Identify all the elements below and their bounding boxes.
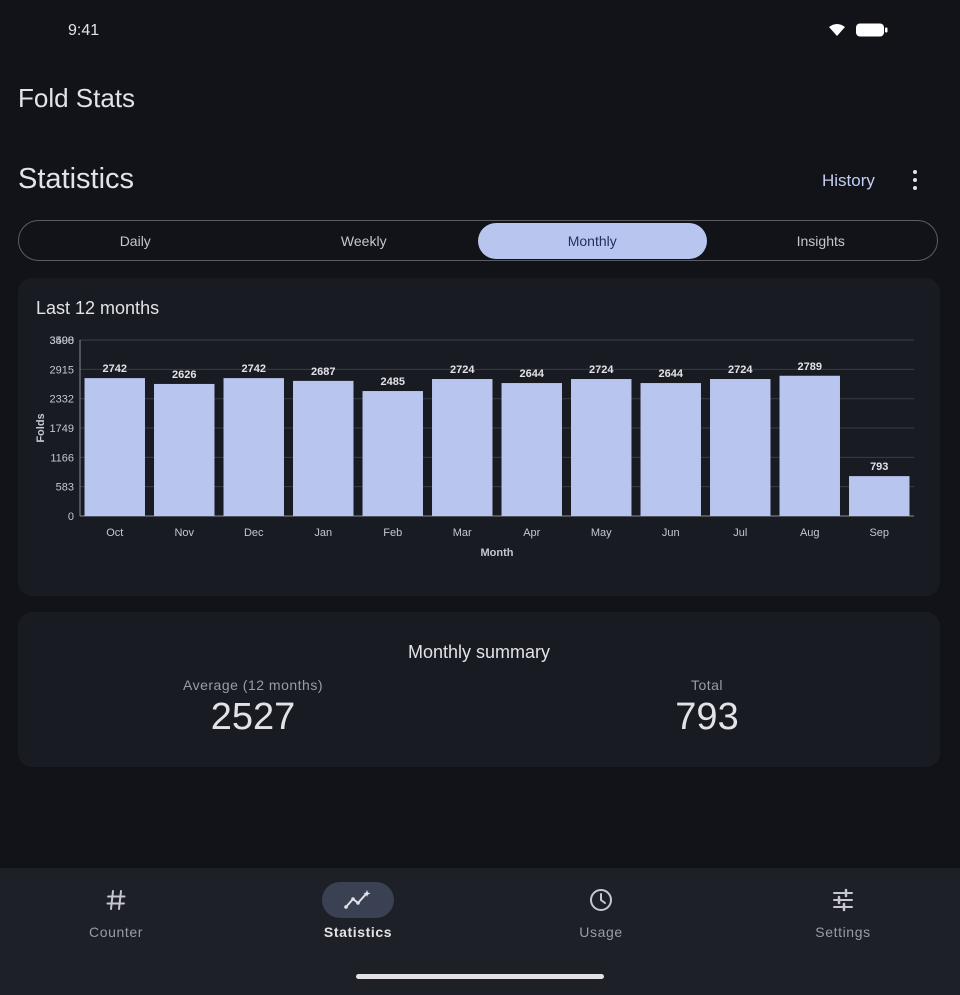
chart-card: Last 12 months 0 583 1166 1749 2332 2915 3498 3… xyxy=(18,278,940,596)
x-tick-label: Jan xyxy=(314,527,332,539)
status-bar: 9:41 xyxy=(0,0,960,62)
bar-value-label: 2724 xyxy=(728,364,753,376)
summary-title: Monthly summary xyxy=(407,642,551,662)
trend-icon xyxy=(322,882,394,918)
x-tick-label: Feb xyxy=(383,527,402,539)
tab-insights[interactable]: Insights xyxy=(707,223,936,259)
total-value: 793 xyxy=(675,696,739,738)
nav-settings[interactable]: Settings xyxy=(723,868,960,968)
nav-counter[interactable]: Counter xyxy=(0,868,236,968)
bar-value-label: 2626 xyxy=(172,369,196,381)
nav-statistics-label: Statistics xyxy=(323,924,393,940)
x-tick-label: Oct xyxy=(106,527,123,539)
status-time: 9:41 xyxy=(68,22,100,39)
bar-value-label: 2789 xyxy=(798,361,822,373)
tab-daily[interactable]: Daily xyxy=(21,223,250,259)
more-vert-icon[interactable] xyxy=(902,166,928,194)
bar xyxy=(501,383,562,516)
x-tick-label: Sep xyxy=(869,527,889,539)
nav-usage[interactable]: Usage xyxy=(481,868,721,968)
home-indicator xyxy=(356,974,604,979)
y-axis-label: Folds xyxy=(35,413,47,442)
y-tick-label: 1749 xyxy=(50,423,74,435)
nav-usage-label: Usage xyxy=(579,924,623,940)
bar-value-label: 2687 xyxy=(311,366,335,378)
bar xyxy=(571,379,632,516)
x-tick-label: Aug xyxy=(800,527,820,539)
app-title: Fold Stats xyxy=(18,83,136,113)
bar xyxy=(154,383,215,516)
bar xyxy=(362,391,423,516)
x-tick-label: Jun xyxy=(662,527,680,539)
y-tick-label: 3500 xyxy=(50,335,74,347)
tab-weekly[interactable]: Weekly xyxy=(250,223,479,259)
wifi-icon xyxy=(828,23,846,37)
bar xyxy=(779,375,840,516)
bar-value-label: 2724 xyxy=(589,364,614,376)
bar xyxy=(640,383,701,516)
sliders-icon xyxy=(807,882,879,918)
bar xyxy=(432,379,493,516)
x-axis-label: Month xyxy=(481,547,514,559)
bar-value-label: 2644 xyxy=(520,368,545,380)
average-label: Average (12 months) xyxy=(183,677,323,693)
y-tick-label: 2332 xyxy=(50,394,74,406)
bar-value-label: 2485 xyxy=(381,376,405,388)
history-button[interactable]: History xyxy=(822,171,875,191)
bar-value-label: 2742 xyxy=(242,363,266,375)
x-tick-label: Mar xyxy=(453,527,472,539)
period-tabs: Daily Weekly Monthly Insights xyxy=(18,220,938,261)
average-value: 2527 xyxy=(210,696,296,738)
bar xyxy=(710,379,771,516)
bar xyxy=(223,378,284,516)
bar-value-label: 2644 xyxy=(659,368,684,380)
x-tick-label: Nov xyxy=(174,527,194,539)
clock-icon xyxy=(565,882,637,918)
x-tick-label: Jul xyxy=(733,527,747,539)
x-tick-label: Dec xyxy=(244,527,264,539)
page-title: Statistics xyxy=(18,163,135,195)
status-icons xyxy=(828,22,888,38)
battery-icon xyxy=(856,22,888,38)
hash-icon xyxy=(80,882,152,918)
bar-value-label: 2724 xyxy=(450,364,475,376)
nav-counter-label: Counter xyxy=(88,924,143,940)
x-tick-label: May xyxy=(591,527,612,539)
tab-monthly[interactable]: Monthly xyxy=(478,222,707,259)
bar xyxy=(849,476,910,516)
y-tick-label: 1166 xyxy=(50,452,74,464)
nav-settings-label: Settings xyxy=(815,924,871,940)
total-label: Total xyxy=(690,677,724,693)
bar xyxy=(84,378,145,516)
y-tick-label: 0 xyxy=(68,511,74,523)
nav-statistics[interactable]: Statistics xyxy=(238,868,478,968)
bar-value-label: 2742 xyxy=(103,363,127,375)
y-tick-label: 2915 xyxy=(50,364,74,376)
y-tick-label: 583 xyxy=(56,482,74,494)
bar xyxy=(293,380,354,516)
bar-chart: 05831166174923322915349835002742Oct2626N… xyxy=(35,335,914,559)
summary-card: Monthly summary Average (12 months) 2527… xyxy=(18,612,940,767)
x-tick-label: Apr xyxy=(523,527,540,539)
bar-value-label: 793 xyxy=(870,461,888,473)
